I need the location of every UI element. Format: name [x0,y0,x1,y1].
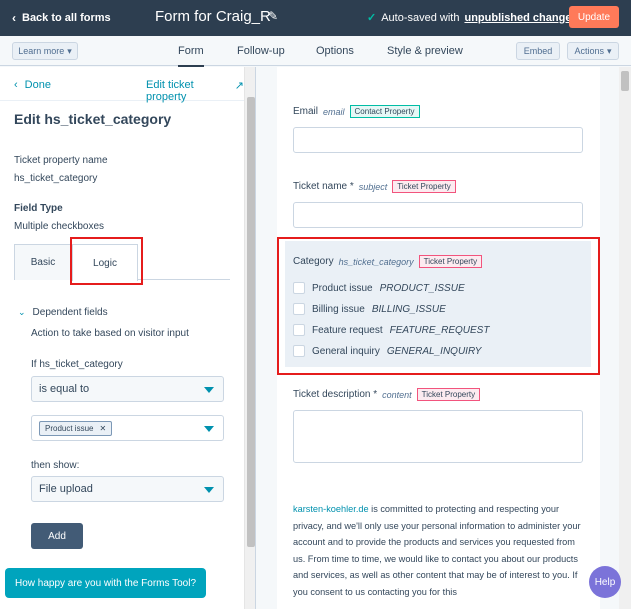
pencil-icon[interactable]: ✎ [268,9,278,23]
then-show-value: File upload [39,483,93,495]
tab-follow-up[interactable]: Follow-up [237,45,285,57]
embed-button[interactable]: Embed [516,42,560,60]
description-textarea[interactable] [293,410,583,463]
back-label: Back to all forms [22,12,111,24]
check-icon: ✓ [367,12,377,24]
condition-value: is equal to [39,383,90,395]
editor-toolbar: Learn more ▾ Form Follow-up Options Styl… [0,36,631,68]
top-bar: ‹ Back to all forms Form for Craig_R ✎ ✓… [0,0,631,36]
contact-property-badge: Contact Property [349,105,420,118]
actions-label: Actions [574,46,604,56]
email-input[interactable] [293,127,583,153]
action-description: Action to take based on visitor input [31,328,189,339]
caret-down-icon: ▾ [67,45,72,56]
selected-value-tag: Product issue ✕ [39,420,113,436]
update-button[interactable]: Update [569,6,619,28]
add-button[interactable]: Add [31,523,83,549]
tab-basic[interactable]: Basic [14,244,72,280]
ticket-property-badge: Ticket Property [416,388,481,401]
then-show-select[interactable]: File upload [31,476,224,502]
tag-label: Product issue [45,423,94,433]
ticket-property-badge: Ticket Property [392,180,456,193]
form-title: Form for Craig_R [155,8,271,25]
ticket-name-api-name: subject [358,181,388,192]
dependent-fields-label: Dependent fields [32,307,108,318]
privacy-text: is committed to protecting and respectin… [293,504,581,597]
tab-style-preview[interactable]: Style & preview [387,45,463,57]
ticket-name-field-label: Ticket name * subject Ticket Property [293,180,456,193]
edit-ticket-property-label: Edit ticket property [146,79,194,103]
tab-form[interactable]: Form [178,45,204,68]
email-api-name: email [323,106,345,117]
feedback-prompt-button[interactable]: How happy are you with the Forms Tool? [5,568,206,598]
ticket-name-input[interactable] [293,202,583,228]
description-api-name: content [382,389,412,400]
chevron-left-icon: ‹ [14,79,18,91]
edit-ticket-property-link[interactable]: Edit ticket property ↗ [146,79,244,103]
external-link-icon: ↗ [234,80,244,92]
unpublished-changes-link[interactable]: unpublished changes [464,12,577,24]
email-field-label: Email email Contact Property [293,105,420,118]
edit-property-panel: ‹ Done Edit ticket property ↗ Edit hs_ti… [0,67,256,609]
caret-down-icon [204,487,214,493]
description-field-label: Ticket description * content Ticket Prop… [293,388,481,401]
privacy-notice: karsten-koehler.de is committed to prote… [293,501,583,600]
property-name-value: hs_ticket_category [14,173,98,184]
right-scrollbar-thumb[interactable] [621,71,629,91]
learn-more-label: Learn more [18,46,65,56]
email-label: Email [293,106,319,117]
privacy-site-link[interactable]: karsten-koehler.de [293,504,369,514]
description-label: Ticket description * [293,389,378,400]
autosave-text: Auto-saved with [381,11,460,24]
field-type-value: Multiple checkboxes [14,221,105,232]
condition-select[interactable]: is equal to [31,376,224,402]
actions-button[interactable]: Actions ▾ [567,42,619,60]
property-name-label: Ticket property name [14,155,108,166]
right-scrollbar[interactable] [619,67,631,609]
done-link[interactable]: ‹ Done [14,79,51,91]
highlight-category-field [277,237,600,375]
remove-tag-icon[interactable]: ✕ [99,424,106,433]
learn-more-button[interactable]: Learn more ▾ [12,42,78,60]
field-type-label: Field Type [14,203,63,214]
done-label: Done [24,79,51,91]
then-show-label: then show: [31,460,80,471]
caret-down-icon: ▾ [606,45,612,56]
form-preview: Email email Contact Property Ticket name… [277,67,600,609]
panel-header: ‹ Done Edit ticket property ↗ [0,67,244,103]
ticket-name-label: Ticket name * [293,181,354,192]
value-multiselect[interactable]: Product issue ✕ [31,415,224,441]
autosave-status: ✓ Auto-saved with unpublished changes ▾ [367,11,588,25]
help-button[interactable]: Help [589,566,621,598]
if-field-label: If hs_ticket_category [31,359,123,370]
dependent-fields-toggle[interactable]: ⌄ Dependent fields [18,307,108,318]
back-to-forms-link[interactable]: ‹ Back to all forms [12,11,111,25]
highlight-logic-tab [70,237,143,285]
caret-down-icon [204,387,214,393]
chevron-down-icon: ⌄ [18,307,26,317]
panel-title: Edit hs_ticket_category [14,111,172,127]
left-scrollbar[interactable] [244,67,255,609]
tab-options[interactable]: Options [316,45,354,57]
chevron-left-icon: ‹ [12,11,16,25]
left-scrollbar-thumb[interactable] [247,97,255,547]
caret-down-icon [204,426,214,432]
